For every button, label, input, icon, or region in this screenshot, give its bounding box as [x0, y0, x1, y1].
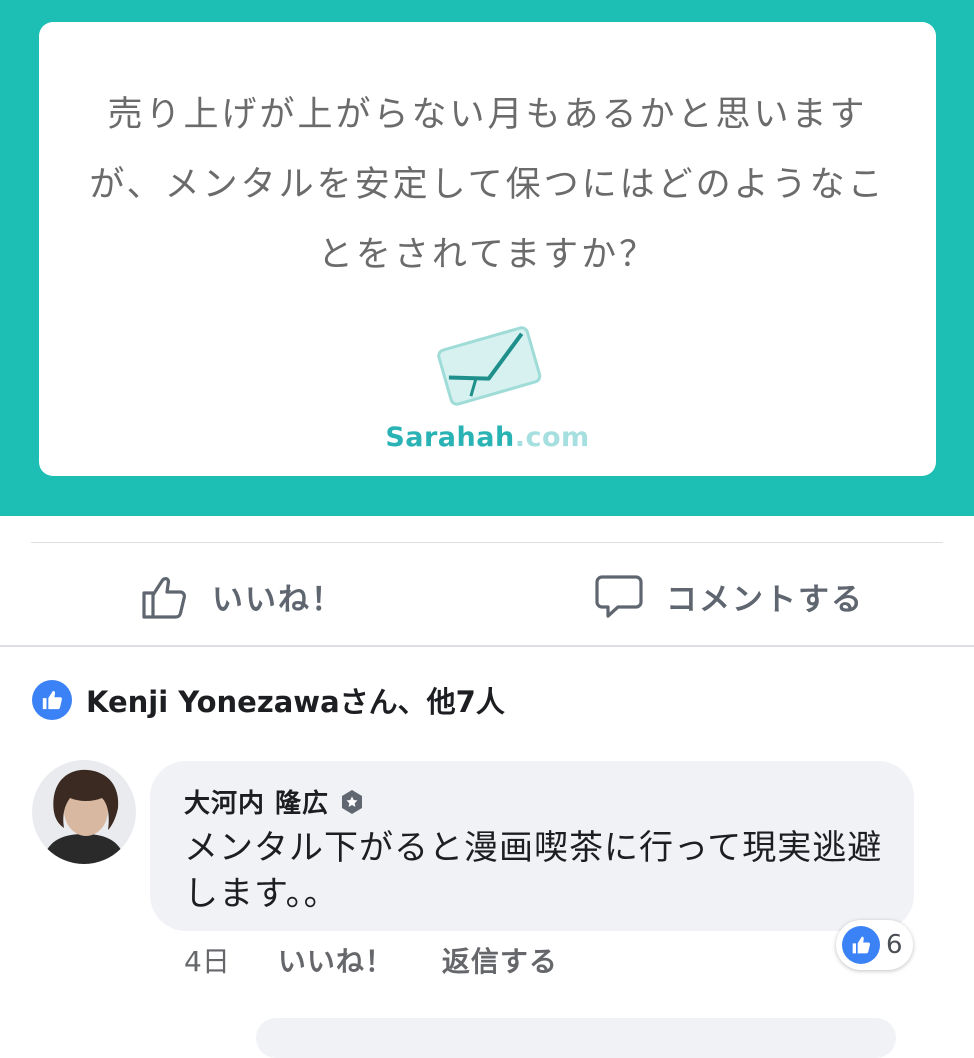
avatar[interactable] [32, 760, 136, 864]
comment-author-row: 大河内 隆広 [184, 783, 365, 820]
comment-text: メンタル下がると漫画喫茶に行って現実逃避します。。 [184, 828, 883, 914]
divider [0, 645, 974, 647]
thumbs-up-outline-icon [142, 577, 186, 619]
comment-author[interactable]: 大河内 隆広 [184, 783, 329, 820]
divider [31, 542, 943, 543]
comment-reply-link[interactable]: 返信する [442, 940, 558, 980]
like-badge-icon [32, 680, 72, 720]
comment-button-label: コメントする [666, 581, 864, 618]
verified-star-icon [342, 789, 363, 814]
sarahah-card: 売り上げが上がらない月もあるかと思いますが、メンタルを安定して保つにはどのような… [39, 22, 936, 476]
brand-name: Sarahah [385, 422, 515, 453]
comment-timestamp: 4日 [184, 945, 230, 978]
likes-summary-text: Kenji Yonezawaさん、他7人 [86, 685, 505, 719]
comment-meta: 4日 いいね！ 返信する [184, 938, 558, 982]
next-comment-bubble [256, 1018, 896, 1058]
like-badge-icon [842, 926, 880, 964]
comment-button[interactable]: コメントする [594, 568, 864, 624]
speech-bubble-icon [595, 575, 643, 618]
question-text: 売り上げが上がらない月もあるかと思いますが、メンタルを安定して保つにはどのような… [89, 95, 886, 275]
comment-like-link[interactable]: いいね！ [278, 940, 394, 980]
like-button-label: いいね！ [212, 581, 344, 618]
envelope-icon [437, 326, 542, 406]
brand-domain: .com [514, 422, 590, 453]
likes-summary[interactable]: Kenji Yonezawaさん、他7人 [32, 678, 505, 722]
like-button[interactable]: いいね！ [140, 568, 344, 624]
comment-bubble: 大河内 隆広 メンタル下がると漫画喫茶に行って現実逃避します。。 [150, 761, 914, 931]
reaction-count: 6 [886, 930, 903, 960]
reaction-count-badge[interactable]: 6 [836, 920, 913, 970]
post-image[interactable]: 売り上げが上がらない月もあるかと思いますが、メンタルを安定して保つにはどのような… [0, 0, 974, 516]
sarahah-logo: Sarahah.com [39, 422, 936, 453]
